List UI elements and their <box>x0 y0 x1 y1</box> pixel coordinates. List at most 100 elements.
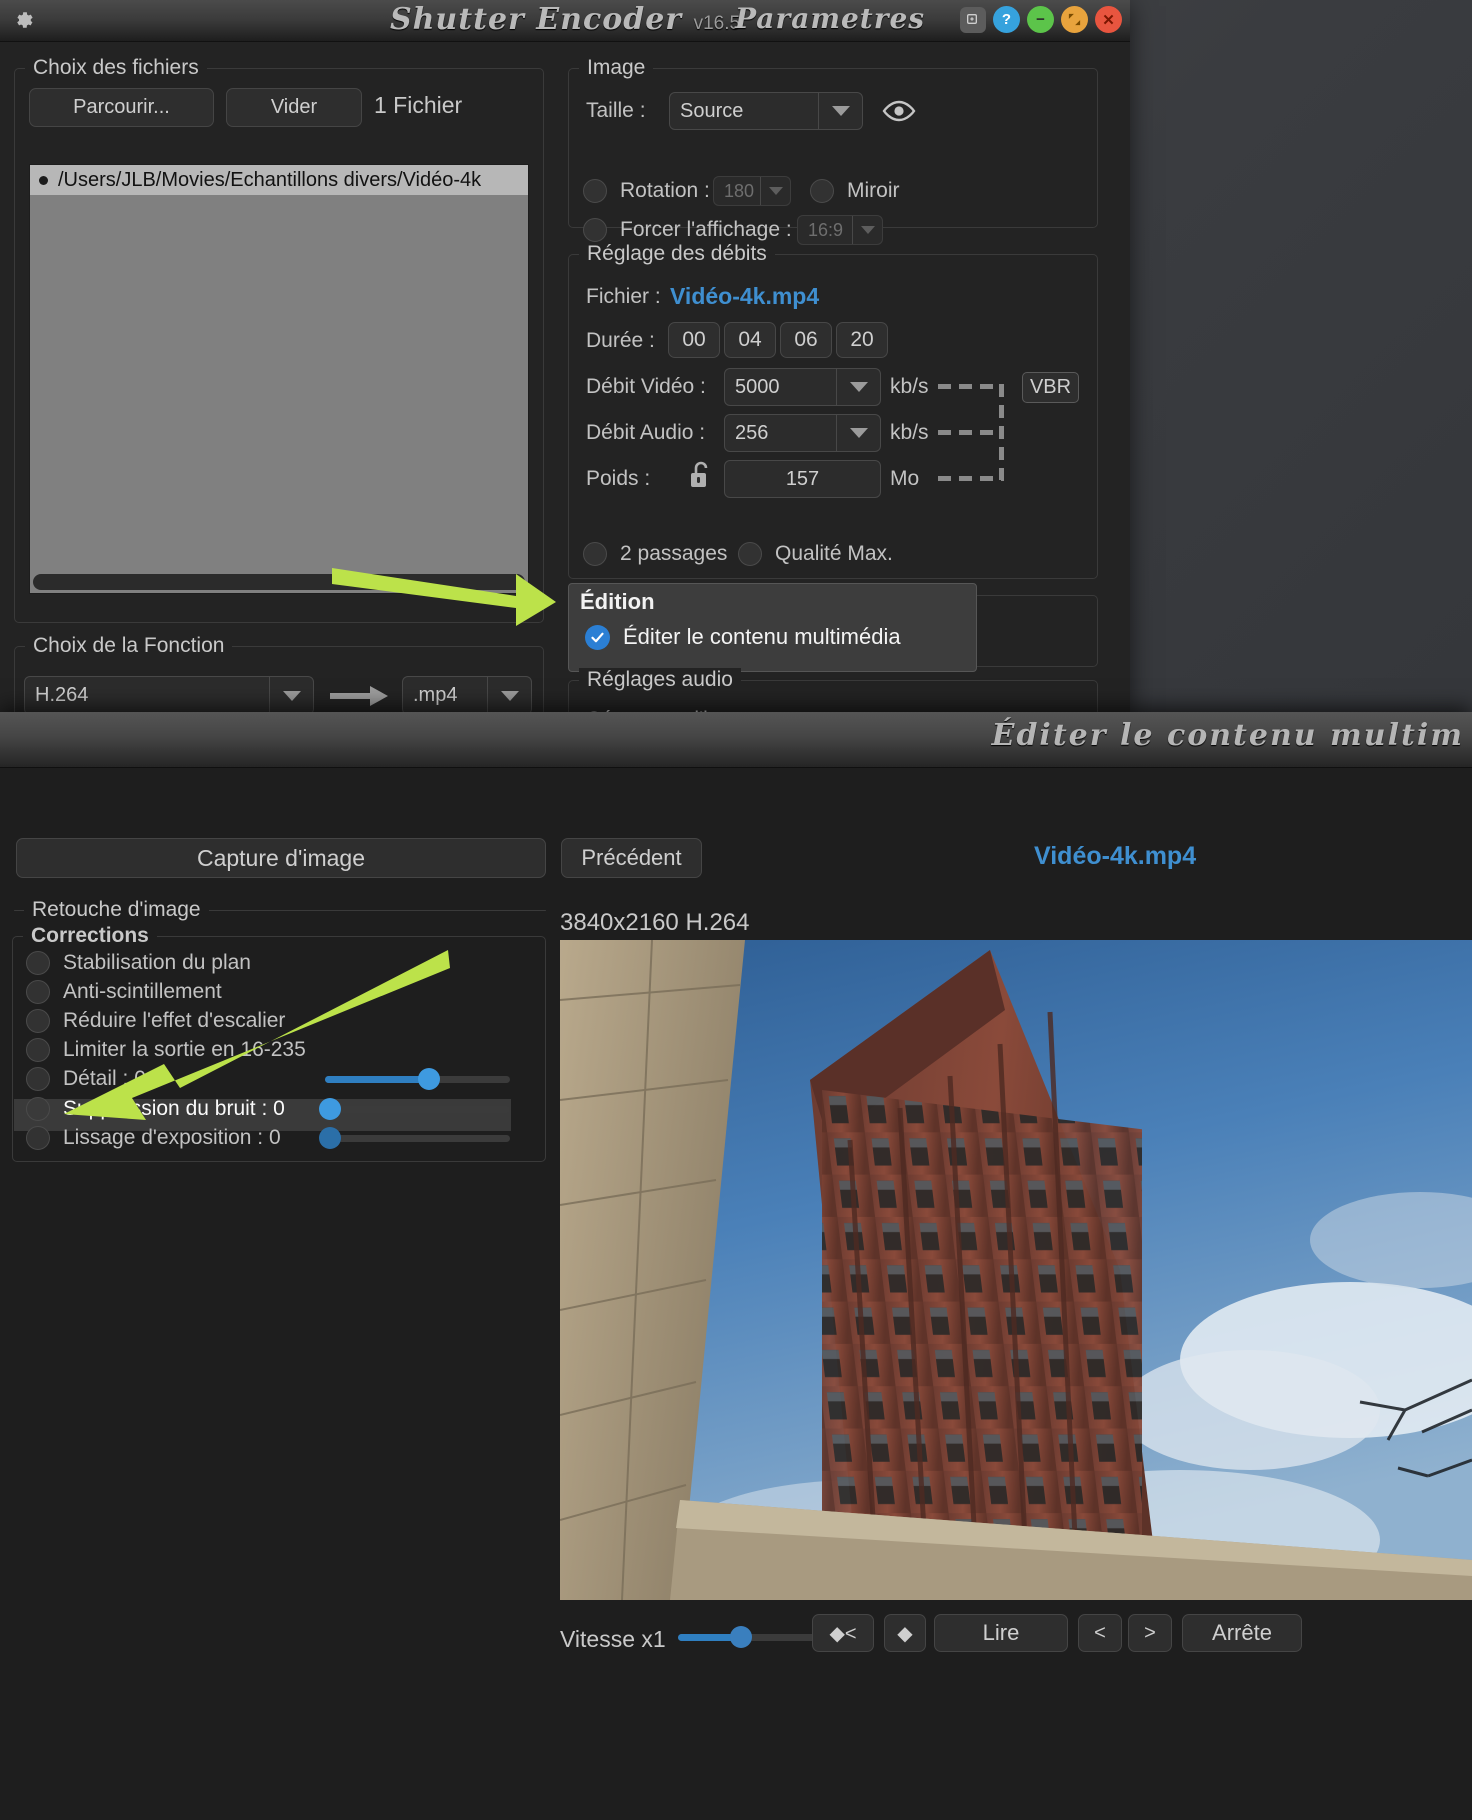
clear-button[interactable]: Vider <box>226 88 362 127</box>
capture-image-button[interactable]: Capture d'image <box>16 838 546 878</box>
anti-aliasing-radio[interactable] <box>26 1009 50 1033</box>
chevron-down-icon[interactable] <box>852 216 882 244</box>
chevron-down-icon[interactable] <box>836 369 880 405</box>
rotation-radio[interactable] <box>583 179 607 203</box>
denoise-slider-knob[interactable] <box>319 1098 341 1120</box>
mark-in-label: ◆< <box>829 1621 856 1646</box>
window2-titlebar[interactable]: Éditer le contenu multim <box>0 712 1472 768</box>
mirror-radio[interactable] <box>810 179 834 203</box>
video-bitrate-label: Débit Vidéo : <box>586 375 706 399</box>
chevron-down-icon[interactable] <box>760 177 790 205</box>
correction-row-stabilisation[interactable]: Stabilisation du plan <box>26 951 251 975</box>
chevron-down-icon[interactable] <box>836 415 880 451</box>
rotation-select[interactable]: 180 <box>713 176 791 206</box>
duration-seconds[interactable]: 06 <box>780 322 832 358</box>
maximize-icon[interactable] <box>1061 6 1088 33</box>
force-display-radio[interactable] <box>583 218 607 242</box>
exposure-slider-track[interactable] <box>325 1135 510 1142</box>
force-display-value: 16:9 <box>798 216 852 244</box>
weight-field[interactable]: 157 <box>724 460 881 498</box>
correction-row-exposure-smoothing[interactable]: Lissage d'exposition : 0 <box>26 1126 281 1150</box>
edit-media-checkbox-row[interactable]: Éditer le contenu multimédia <box>585 624 901 650</box>
editor-filename: Vidéo-4k.mp4 <box>1034 842 1196 871</box>
container-select[interactable]: .mp4 <box>402 676 532 712</box>
list-item[interactable]: /Users/JLB/Movies/Echantillons divers/Vi… <box>30 165 528 195</box>
mark-in-button[interactable]: ◆< <box>812 1614 874 1652</box>
correction-row-anti-scintillement[interactable]: Anti-scintillement <box>26 980 222 1004</box>
chevron-down-icon[interactable] <box>269 677 313 712</box>
speed-slider-knob[interactable] <box>730 1626 752 1648</box>
limit-output-radio[interactable] <box>26 1038 50 1062</box>
correction-row-anti-aliasing[interactable]: Réduire l'effet d'escalier <box>26 1009 285 1033</box>
codec-value: H.264 <box>25 677 269 712</box>
container-value: .mp4 <box>403 677 487 712</box>
browse-button[interactable]: Parcourir... <box>29 88 214 127</box>
audio-bitrate-unit: kb/s <box>890 421 929 445</box>
stop-label: Arrête <box>1212 1620 1272 1646</box>
detail-radio[interactable] <box>26 1067 50 1091</box>
denoise-label: Suppression du bruit : 0 <box>63 1097 285 1121</box>
size-select[interactable]: Source <box>669 92 863 130</box>
duration-hours[interactable]: 00 <box>668 322 720 358</box>
help-icon[interactable]: ? <box>993 6 1020 33</box>
detail-slider-fill <box>325 1076 428 1083</box>
stop-button[interactable]: Arrête <box>1182 1614 1302 1652</box>
duplicate-icon[interactable] <box>960 7 986 33</box>
force-display-label: Forcer l'affichage : <box>620 218 792 242</box>
window1-body: Choix des fichiers Parcourir... Vider 1 … <box>0 42 1130 712</box>
minimize-icon[interactable]: − <box>1027 6 1054 33</box>
browse-button-label: Parcourir... <box>73 96 170 119</box>
eye-icon[interactable] <box>882 100 916 122</box>
chevron-down-icon[interactable] <box>818 93 862 129</box>
previous-frame-button[interactable]: < <box>1078 1614 1122 1652</box>
duration-minutes[interactable]: 04 <box>724 322 776 358</box>
force-display-select[interactable]: 16:9 <box>797 215 883 245</box>
file-list-hscrollbar[interactable] <box>33 574 525 590</box>
chevron-down-icon[interactable] <box>487 677 531 712</box>
retouch-group: Retouche d'image <box>14 910 546 911</box>
retouch-legend: Retouche d'image <box>24 898 209 922</box>
denoise-slider-track[interactable] <box>325 1106 510 1113</box>
window-controls: ? − ✕ <box>960 6 1122 33</box>
exposure-slider-knob[interactable] <box>319 1127 341 1149</box>
close-icon[interactable]: ✕ <box>1095 6 1122 33</box>
file-bullet-icon <box>39 176 48 185</box>
duration-frames[interactable]: 20 <box>836 322 888 358</box>
detail-slider-knob[interactable] <box>418 1068 440 1090</box>
two-pass-radio[interactable] <box>583 542 607 566</box>
anti-aliasing-label: Réduire l'effet d'escalier <box>63 1009 285 1033</box>
unlock-icon[interactable] <box>688 460 714 490</box>
video-bitrate-value: 5000 <box>725 369 836 405</box>
exposure-smoothing-radio[interactable] <box>26 1126 50 1150</box>
file-list[interactable]: /Users/JLB/Movies/Echantillons divers/Vi… <box>29 164 529 594</box>
max-quality-radio[interactable] <box>738 542 762 566</box>
parameters-title: Parametres <box>735 2 925 35</box>
video-bitrate-select[interactable]: 5000 <box>724 368 881 406</box>
gear-icon[interactable] <box>13 9 35 31</box>
duration-label: Durée : <box>586 329 655 353</box>
video-preview[interactable] <box>560 940 1472 1600</box>
previous-frame-label: < <box>1094 1622 1106 1645</box>
play-button[interactable]: Lire <box>934 1614 1068 1652</box>
audio-bitrate-select[interactable]: 256 <box>724 414 881 452</box>
checkbox-checked-icon[interactable] <box>585 625 610 650</box>
correction-row-limit-output[interactable]: Limiter la sortie en 16-235 <box>26 1038 306 1062</box>
mark-button[interactable]: ◆ <box>884 1614 926 1652</box>
window1-titlebar[interactable]: Shutter Encoder v16.5 Parametres ? − ✕ <box>0 0 1130 42</box>
correction-row-detail[interactable]: Détail : 0.0 <box>26 1067 163 1091</box>
app-title-text: Shutter Encoder <box>390 2 682 37</box>
previous-button[interactable]: Précédent <box>561 838 702 878</box>
codec-select[interactable]: H.264 <box>24 676 314 712</box>
correction-row-denoise[interactable]: Suppression du bruit : 0 <box>26 1097 285 1121</box>
rotation-label: Rotation : <box>620 179 710 203</box>
audio-bitrate-value: 256 <box>725 415 836 451</box>
vbr-badge[interactable]: VBR <box>1022 372 1079 403</box>
next-frame-label: > <box>1144 1622 1156 1645</box>
previous-label: Précédent <box>581 845 681 871</box>
play-label: Lire <box>983 1620 1020 1646</box>
stabilisation-radio[interactable] <box>26 951 50 975</box>
file-count-label: 1 Fichier <box>374 92 462 119</box>
anti-scintillement-radio[interactable] <box>26 980 50 1004</box>
denoise-radio[interactable] <box>26 1097 50 1121</box>
next-frame-button[interactable]: > <box>1128 1614 1172 1652</box>
